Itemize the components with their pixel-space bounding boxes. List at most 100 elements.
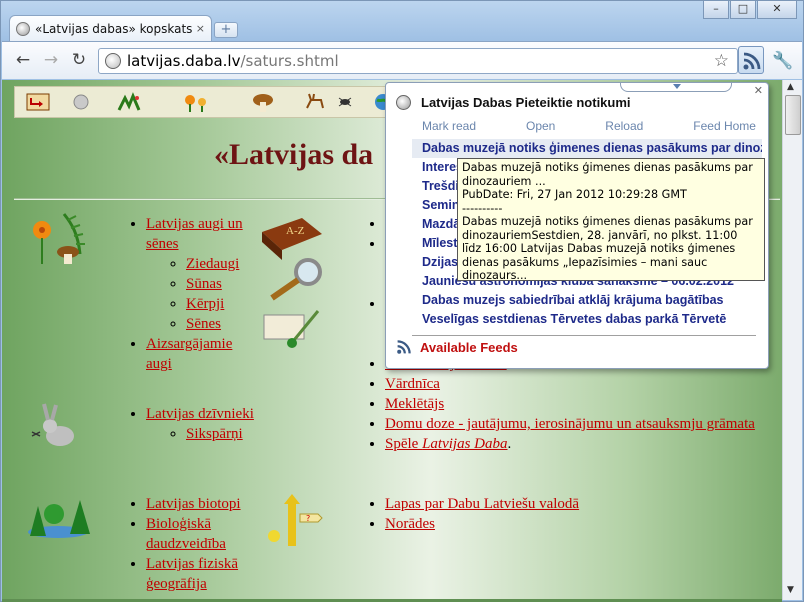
available-feeds-label: Available Feeds bbox=[420, 339, 518, 355]
scrollbar-thumb[interactable] bbox=[785, 95, 801, 135]
list-item: Meklētājs bbox=[385, 394, 779, 414]
menu-link-references[interactable]: Norādes bbox=[385, 516, 435, 532]
list-item: Kērpji bbox=[186, 294, 256, 314]
tooltip-description: Dabas muzejā notiks ģimenes dienas pasāk… bbox=[462, 215, 753, 281]
menu-link-biodiversity[interactable]: Bioloģiskā daudzveidība bbox=[146, 516, 226, 552]
new-tab-button[interactable]: + bbox=[214, 22, 238, 38]
minimize-button[interactable]: – bbox=[703, 1, 729, 19]
bookmark-star-icon[interactable]: ☆ bbox=[714, 51, 729, 71]
menu-link-flowering-plants[interactable]: Ziedaugi bbox=[186, 256, 239, 272]
menu-link-bats[interactable]: Sikspārņi bbox=[186, 426, 243, 442]
feed-actions: Mark read Open Reload Feed Home bbox=[422, 119, 756, 133]
feed-item[interactable]: Dabas muzejs sabiedrībai atklāj krājuma … bbox=[412, 291, 762, 310]
menu-link-latvian-pages[interactable]: Lapas par Dabu Latviešu valodā bbox=[385, 496, 579, 512]
menu-link-game[interactable]: Spēle Latvijas Daba bbox=[385, 436, 508, 452]
page-title: «Latvijas da bbox=[214, 138, 374, 171]
open-link[interactable]: Open bbox=[526, 119, 555, 133]
insect-icon[interactable] bbox=[329, 90, 361, 114]
page-scrollbar[interactable]: ▲ ▼ bbox=[782, 80, 802, 600]
home-arrow-icon[interactable] bbox=[23, 90, 55, 114]
list-item: Sēnes bbox=[186, 314, 256, 334]
browser-toolbar: ← → ↻ latvijas.daba.lv/saturs.shtml ☆ 🔧 bbox=[2, 41, 802, 79]
animals-menu: Latvijas dzīvnieki Sikspārņi bbox=[146, 404, 256, 444]
rss-feed-button[interactable] bbox=[738, 46, 764, 74]
list-item: Norādes bbox=[385, 514, 779, 534]
game-suffix: . bbox=[507, 436, 512, 452]
feed-home-link[interactable]: Feed Home bbox=[693, 119, 756, 133]
menu-link-protected-plants[interactable]: Aizsargājamie augi bbox=[146, 336, 232, 372]
rss-icon bbox=[397, 340, 411, 354]
list-item: Aizsargājamie augi bbox=[146, 334, 256, 374]
menu-link-mosses[interactable]: Sūnas bbox=[186, 276, 222, 292]
list-item: Latvijas augi un sēnes Ziedaugi Sūnas Kē… bbox=[146, 214, 256, 334]
menu-link-search[interactable]: Meklētājs bbox=[385, 396, 444, 412]
biotopes-menu: Latvijas biotopi Bioloģiskā daudzveidība… bbox=[146, 494, 256, 594]
list-item: Bioloģiskā daudzveidība bbox=[146, 514, 256, 554]
tooltip-title: Dabas muzejā notiks ģimenes dienas pasāk… bbox=[462, 161, 753, 188]
back-button[interactable]: ← bbox=[12, 51, 34, 71]
feed-title: Latvijas Dabas Pieteiktie notikumi bbox=[421, 95, 631, 110]
browser-window: «Latvijas dabas» kopskats × + – □ ✕ ← → … bbox=[0, 0, 804, 602]
feed-favicon-icon bbox=[396, 95, 411, 110]
list-item: Latvijas fiziskā ģeogrāfija bbox=[146, 554, 256, 594]
menu-link-mushrooms[interactable]: Sēnes bbox=[186, 316, 221, 332]
deer-icon[interactable] bbox=[299, 90, 331, 114]
moon-icon[interactable] bbox=[65, 90, 97, 114]
wrench-menu-icon[interactable]: 🔧 bbox=[772, 51, 793, 71]
feed-item[interactable]: Dabas muzejā notiks ģimenes dienas pasāk… bbox=[412, 139, 762, 158]
menu-link-plants[interactable]: Latvijas augi un sēnes bbox=[146, 216, 243, 252]
list-item: Lapas par Dabu Latviešu valodā bbox=[385, 494, 779, 514]
mark-read-link[interactable]: Mark read bbox=[422, 119, 476, 133]
list-item: Sūnas bbox=[186, 274, 256, 294]
signpost-picture: ? bbox=[268, 494, 323, 546]
scroll-up-icon[interactable]: ▲ bbox=[787, 82, 794, 92]
globe-icon bbox=[105, 53, 121, 69]
close-window-button[interactable]: ✕ bbox=[757, 1, 797, 19]
feed-item[interactable]: Veselīgas sestdienas Tērvetes dabas park… bbox=[412, 310, 762, 329]
list-item: Ziedaugi bbox=[186, 254, 256, 274]
scroll-down-icon[interactable]: ▼ bbox=[787, 585, 794, 595]
forward-button[interactable]: → bbox=[40, 51, 62, 71]
reload-link[interactable]: Reload bbox=[605, 119, 643, 133]
tooltip-separator: ---------- bbox=[462, 201, 503, 215]
reload-button[interactable]: ↻ bbox=[68, 51, 90, 71]
svg-text:A-Z: A-Z bbox=[286, 225, 305, 237]
list-item: Latvijas dzīvnieki Sikspārņi bbox=[146, 404, 256, 444]
rabbit-picture bbox=[31, 403, 74, 446]
popup-close-icon[interactable]: ✕ bbox=[754, 84, 763, 97]
menu-link-guestbook[interactable]: Domu doze - jautājumu, ierosinājumu un a… bbox=[385, 416, 755, 432]
address-bar[interactable]: latvijas.daba.lv/saturs.shtml ☆ bbox=[98, 48, 738, 74]
menu-link-biotopes[interactable]: Latvijas biotopi bbox=[146, 496, 241, 512]
game-prefix: Spēle bbox=[385, 436, 423, 452]
right-menu-bottom: Lapas par Dabu Latviešu valodā Norādes bbox=[385, 494, 779, 534]
menu-link-lichens[interactable]: Kērpji bbox=[186, 296, 224, 312]
scroll-quill-picture bbox=[263, 310, 320, 348]
tab-close-icon[interactable]: × bbox=[196, 22, 205, 35]
menu-link-animals[interactable]: Latvijas dzīvnieki bbox=[146, 406, 254, 422]
mushroom-icon[interactable] bbox=[247, 90, 279, 114]
list-item: Vārdnīca bbox=[385, 374, 779, 394]
maximize-button[interactable]: □ bbox=[730, 1, 756, 19]
tooltip-pubdate: PubDate: Fri, 27 Jan 2012 10:29:28 GMT bbox=[462, 188, 687, 201]
popup-handle bbox=[620, 83, 732, 92]
browser-tab[interactable]: «Latvijas dabas» kopskats × bbox=[9, 15, 212, 41]
plants-icon[interactable] bbox=[115, 90, 147, 114]
popup-divider bbox=[412, 335, 756, 336]
menu-link-geography[interactable]: Latvijas fiziskā ģeogrāfija bbox=[146, 556, 238, 592]
list-item: Sikspārņi bbox=[186, 424, 256, 444]
popup-header: Latvijas Dabas Pieteiktie notikumi bbox=[396, 95, 631, 110]
plants-menu: Latvijas augi un sēnes Ziedaugi Sūnas Kē… bbox=[146, 214, 256, 374]
right-menu: Sēnu Latvijas Kalen Vārdnīca Meklētājs D… bbox=[385, 354, 779, 454]
tab-title: «Latvijas dabas» kopskats bbox=[35, 21, 192, 36]
address-path: /saturs.shtml bbox=[240, 52, 339, 70]
rss-icon bbox=[743, 52, 761, 70]
svg-text:?: ? bbox=[306, 514, 310, 523]
list-item: Spēle Latvijas Daba. bbox=[385, 434, 779, 454]
game-name: Latvijas Daba bbox=[422, 436, 508, 452]
site-icon-bar bbox=[14, 86, 404, 118]
menu-link-dictionary[interactable]: Vārdnīca bbox=[385, 376, 440, 392]
list-item: Domu doze - jautājumu, ierosinājumu un a… bbox=[385, 414, 779, 434]
flowers-icon[interactable] bbox=[180, 90, 212, 114]
available-feeds-row[interactable]: Available Feeds bbox=[396, 339, 518, 355]
biotope-picture bbox=[28, 500, 90, 538]
